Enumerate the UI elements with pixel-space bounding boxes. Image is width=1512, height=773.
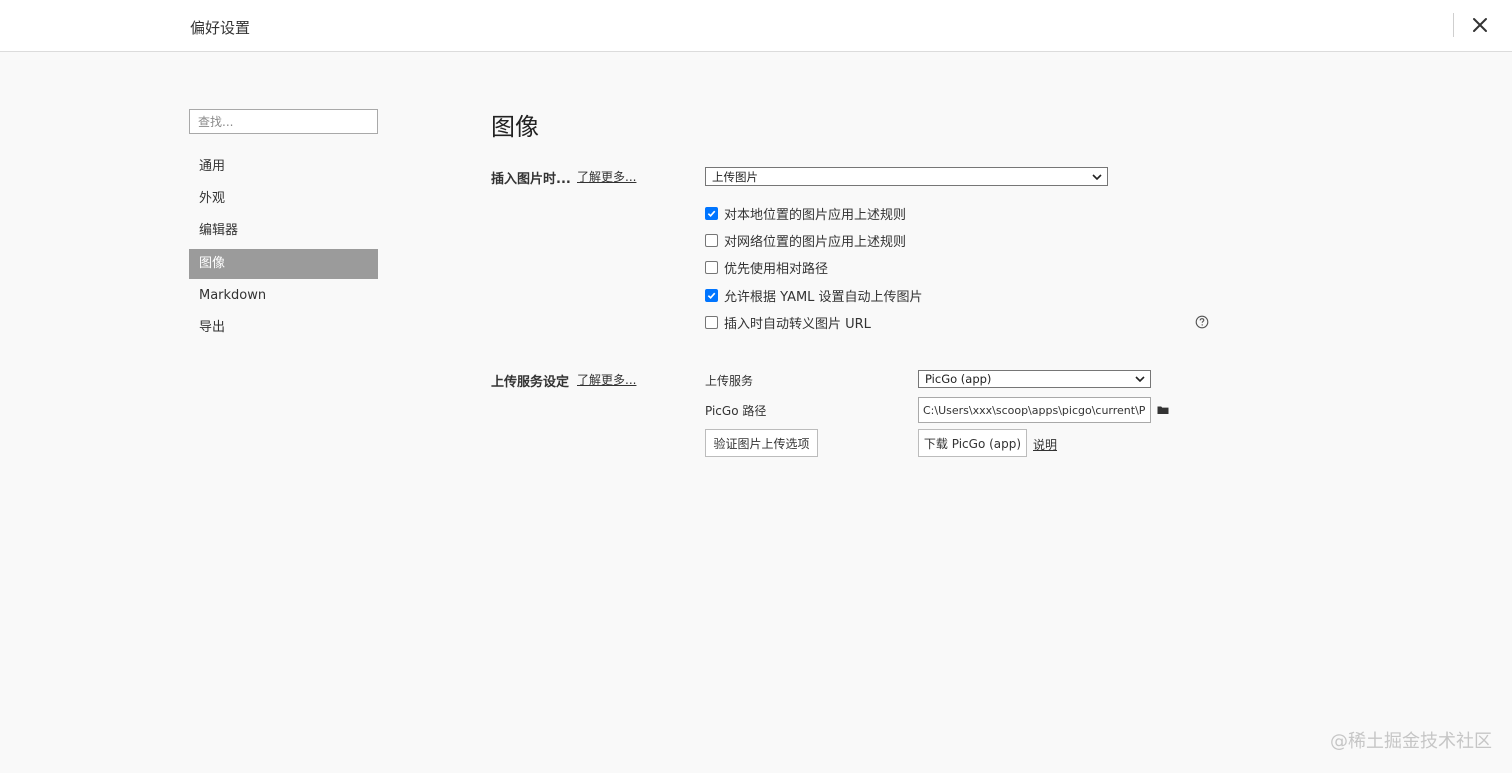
checkmark-icon bbox=[707, 292, 716, 299]
download-picgo-button[interactable]: 下载 PicGo (app) bbox=[918, 429, 1027, 457]
option-label: 对本地位置的图片应用上述规则 bbox=[724, 207, 907, 223]
close-button[interactable] bbox=[1466, 11, 1494, 39]
option-apply-local[interactable]: 对本地位置的图片应用上述规则 bbox=[705, 205, 907, 223]
upload-service-label: 上传服务 bbox=[705, 374, 754, 388]
watermark: @稀土掘金技术社区 bbox=[1330, 731, 1492, 752]
upload-learn-more-link[interactable]: 了解更多... bbox=[577, 371, 636, 388]
sidebar-item-appearance[interactable]: 外观 bbox=[189, 184, 378, 214]
search-input[interactable] bbox=[189, 109, 378, 134]
insert-image-label: 插入图片时... bbox=[491, 172, 571, 187]
description-link[interactable]: 说明 bbox=[1033, 436, 1057, 453]
checkbox-yaml-auto-upload[interactable] bbox=[705, 288, 718, 302]
picgo-path-label: PicGo 路径 bbox=[705, 404, 767, 418]
close-icon bbox=[1473, 18, 1487, 32]
insert-action-value: 上传图片 bbox=[712, 169, 758, 184]
sidebar-item-export[interactable]: 导出 bbox=[189, 313, 378, 343]
chevron-down-icon bbox=[1135, 376, 1145, 382]
picgo-path-input[interactable] bbox=[918, 397, 1151, 423]
verify-upload-button[interactable]: 验证图片上传选项 bbox=[705, 429, 818, 457]
insert-action-select[interactable]: 上传图片 bbox=[705, 167, 1108, 186]
insert-learn-more-link[interactable]: 了解更多... bbox=[577, 168, 636, 185]
checkbox-apply-local[interactable] bbox=[705, 206, 718, 220]
checkmark-icon bbox=[707, 210, 716, 217]
option-yaml-auto-upload[interactable]: 允许根据 YAML 设置自动上传图片 bbox=[705, 287, 923, 305]
title-bar: 偏好设置 bbox=[0, 0, 1512, 52]
chevron-down-icon bbox=[1092, 173, 1102, 180]
option-label: 插入时自动转义图片 URL bbox=[724, 316, 871, 332]
checkbox-relative-path[interactable] bbox=[705, 260, 718, 274]
sidebar-item-markdown[interactable]: Markdown bbox=[189, 281, 378, 311]
title-separator bbox=[1453, 13, 1454, 37]
checkbox-apply-network[interactable] bbox=[705, 233, 718, 247]
option-label: 允许根据 YAML 设置自动上传图片 bbox=[724, 289, 923, 305]
window-title: 偏好设置 bbox=[190, 19, 251, 37]
upload-service-settings-label: 上传服务设定 bbox=[491, 375, 570, 390]
folder-icon[interactable] bbox=[1157, 404, 1169, 416]
option-label: 优先使用相对路径 bbox=[724, 261, 829, 277]
option-relative-path[interactable]: 优先使用相对路径 bbox=[705, 259, 829, 277]
sidebar-item-general[interactable]: 通用 bbox=[189, 152, 378, 182]
checkbox-escape-url[interactable] bbox=[705, 315, 718, 329]
option-label: 对网络位置的图片应用上述规则 bbox=[724, 234, 907, 250]
option-apply-network[interactable]: 对网络位置的图片应用上述规则 bbox=[705, 232, 907, 250]
question-circle-icon[interactable] bbox=[1195, 315, 1209, 329]
page-title: 图像 bbox=[491, 113, 539, 141]
option-escape-url[interactable]: 插入时自动转义图片 URL bbox=[705, 314, 871, 332]
sidebar-item-image[interactable]: 图像 bbox=[189, 249, 378, 279]
upload-service-select[interactable]: PicGo (app) bbox=[918, 370, 1151, 388]
sidebar-item-editor[interactable]: 编辑器 bbox=[189, 216, 378, 246]
upload-service-value: PicGo (app) bbox=[925, 372, 992, 386]
